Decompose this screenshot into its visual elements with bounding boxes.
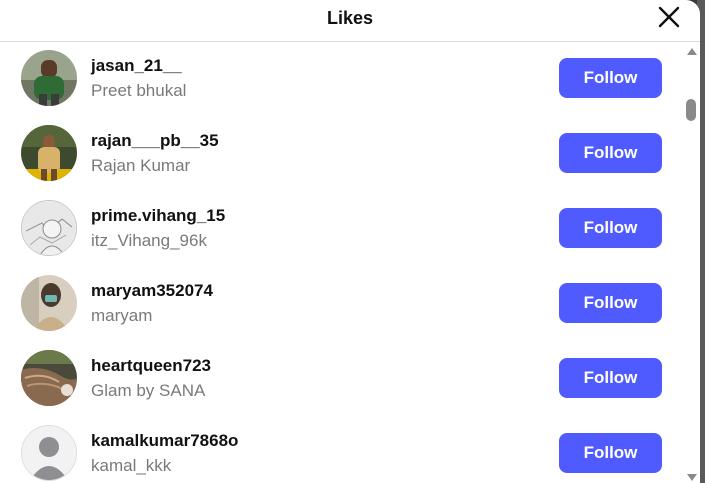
full-name: Preet bhukal (91, 81, 187, 100)
follow-button[interactable]: Follow (559, 208, 662, 248)
full-name: itz_Vihang_96k (91, 231, 207, 250)
default-user-icon[interactable] (21, 425, 77, 481)
username[interactable]: prime.vihang_15 (91, 206, 225, 226)
full-name: Glam by SANA (91, 381, 206, 400)
username[interactable]: jasan_21__ (91, 56, 182, 76)
avatar[interactable] (21, 275, 77, 331)
follow-button[interactable]: Follow (559, 358, 662, 398)
username[interactable]: maryam352074 (91, 281, 213, 301)
likes-dialog: Likes jasan_21__ Preet bhukal Follow raj… (0, 0, 700, 483)
follow-button[interactable]: Follow (559, 133, 662, 173)
avatar[interactable] (21, 125, 77, 181)
full-name: maryam (91, 306, 153, 325)
username[interactable]: rajan___pb__35 (91, 131, 219, 151)
list-item: kamalkumar7868o kamal_kkk Follow (0, 417, 684, 483)
avatar[interactable] (21, 350, 77, 406)
list-item: maryam352074 maryam Follow (0, 267, 684, 342)
username[interactable]: heartqueen723 (91, 356, 211, 376)
username[interactable]: kamalkumar7868o (91, 431, 238, 451)
follow-button[interactable]: Follow (559, 433, 662, 473)
scroll-up-arrow-icon[interactable] (687, 48, 697, 55)
dialog-header: Likes (0, 0, 700, 42)
full-name: Rajan Kumar (91, 156, 191, 175)
list-item: rajan___pb__35 Rajan Kumar Follow (0, 117, 684, 192)
close-icon[interactable] (656, 4, 682, 30)
avatar[interactable] (21, 200, 77, 256)
dialog-title: Likes (326, 8, 374, 28)
likes-list: jasan_21__ Preet bhukal Follow rajan___p… (0, 42, 684, 483)
scroll-thumb[interactable] (686, 99, 696, 121)
list-item: heartqueen723 Glam by SANA Follow (0, 342, 684, 417)
follow-button[interactable]: Follow (559, 58, 662, 98)
scroll-down-arrow-icon[interactable] (687, 474, 697, 481)
list-item: jasan_21__ Preet bhukal Follow (0, 42, 684, 117)
avatar[interactable] (21, 50, 77, 106)
full-name: kamal_kkk (91, 456, 172, 475)
follow-button[interactable]: Follow (559, 283, 662, 323)
scrollbar[interactable] (684, 42, 700, 483)
list-item: prime.vihang_15 itz_Vihang_96k Follow (0, 192, 684, 267)
